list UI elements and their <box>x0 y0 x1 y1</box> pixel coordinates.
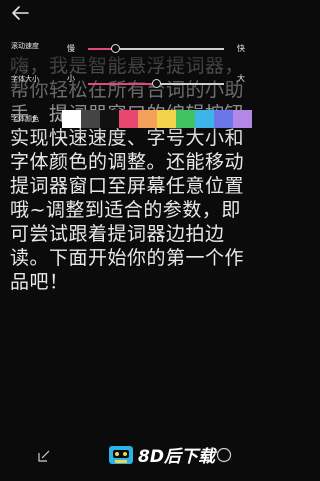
speed-slider-track <box>115 48 224 50</box>
speed-label: 滚动速度 <box>11 42 39 50</box>
color-swatch[interactable] <box>119 110 138 128</box>
play-icon[interactable] <box>216 447 232 463</box>
color-swatch[interactable] <box>214 110 233 128</box>
speed-min-label: 慢 <box>67 44 75 53</box>
bottom-bar: 8D后下载 <box>0 441 269 481</box>
speed-slider[interactable] <box>88 44 224 53</box>
speed-slider-knob[interactable] <box>111 44 120 53</box>
color-swatch[interactable] <box>138 110 157 128</box>
edit-icon[interactable] <box>37 449 51 463</box>
top-bar <box>0 0 269 30</box>
watermark-text: 8D后下载 <box>138 447 215 467</box>
size-label: 字体大小 <box>11 75 39 83</box>
color-swatch[interactable] <box>176 110 195 128</box>
color-swatch[interactable] <box>100 110 119 128</box>
speed-row: 滚动速度 慢 快 <box>0 40 269 58</box>
size-slider-track <box>156 83 224 85</box>
size-min-label: 小 <box>67 74 75 83</box>
size-max-label: 大 <box>237 74 245 83</box>
color-swatch[interactable] <box>157 110 176 128</box>
cassette-logo-icon <box>109 445 133 464</box>
arrow-left-icon[interactable] <box>10 4 30 22</box>
color-swatch[interactable] <box>195 110 214 128</box>
color-swatch[interactable] <box>233 110 252 128</box>
color-swatch[interactable] <box>62 110 81 128</box>
watermark: 8D后下载 <box>108 442 215 467</box>
speed-max-label: 快 <box>237 44 245 53</box>
size-slider-fill <box>88 83 156 85</box>
color-label: 字体颜色 <box>11 115 39 123</box>
color-swatch[interactable] <box>81 110 100 128</box>
size-slider[interactable] <box>88 79 224 88</box>
size-slider-knob[interactable] <box>152 79 161 88</box>
size-row: 字体大小 小 大 <box>0 74 269 93</box>
color-swatches <box>62 110 252 128</box>
